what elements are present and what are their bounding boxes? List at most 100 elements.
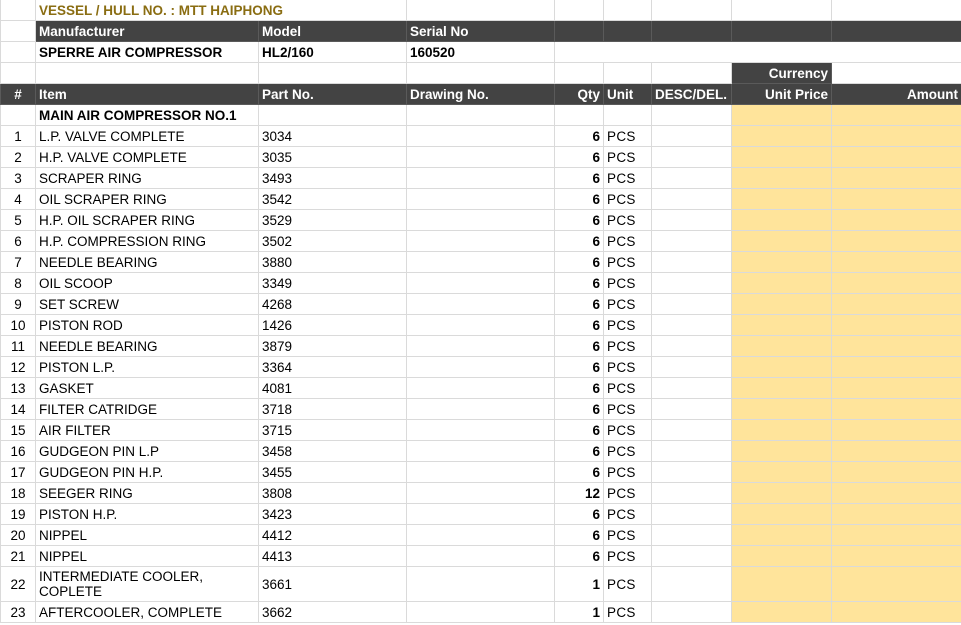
col-header-desc[interactable]: DESC/DEL. [651, 83, 733, 105]
amount-cell[interactable] [831, 167, 961, 189]
unit-cell[interactable]: PCS [603, 419, 653, 441]
amount-cell[interactable] [831, 461, 961, 483]
drawing-no-cell[interactable] [406, 335, 556, 357]
part-no-cell[interactable]: 3715 [257, 419, 408, 441]
unit-cell[interactable]: PCS [603, 209, 653, 231]
row-number[interactable]: 8 [0, 272, 36, 294]
drawing-no-cell[interactable] [406, 125, 556, 147]
part-no-cell[interactable]: 4412 [257, 524, 408, 546]
desc-cell[interactable] [651, 524, 733, 546]
drawing-no-cell[interactable] [406, 272, 556, 294]
unit-price-cell[interactable] [731, 503, 833, 525]
row-number[interactable]: 9 [0, 293, 36, 315]
row-number[interactable]: 20 [0, 524, 36, 546]
cell[interactable] [406, 0, 556, 21]
drawing-no-cell[interactable] [406, 188, 556, 210]
qty-cell[interactable]: 6 [554, 293, 605, 315]
cell[interactable] [731, 0, 833, 21]
cell[interactable] [831, 20, 961, 42]
item-cell[interactable]: OIL SCOOP [35, 272, 259, 294]
row-number[interactable]: 21 [0, 545, 36, 567]
unit-price-cell[interactable] [731, 251, 833, 273]
desc-cell[interactable] [651, 167, 733, 189]
col-header-num[interactable]: # [0, 83, 36, 105]
part-no-cell[interactable]: 3808 [257, 482, 408, 504]
unit-cell[interactable]: PCS [603, 482, 653, 504]
item-cell[interactable]: NIPPEL [35, 545, 259, 567]
unit-price-cell[interactable] [731, 566, 833, 602]
unit-price-cell[interactable] [731, 209, 833, 231]
unit-cell[interactable]: PCS [603, 230, 653, 252]
row-number[interactable]: 5 [0, 209, 36, 231]
unit-cell[interactable]: PCS [603, 601, 653, 623]
qty-cell[interactable]: 6 [554, 230, 605, 252]
desc-cell[interactable] [651, 272, 733, 294]
amount-cell[interactable] [831, 566, 961, 602]
drawing-no-cell[interactable] [406, 440, 556, 462]
item-cell[interactable]: H.P. OIL SCRAPER RING [35, 209, 259, 231]
cell[interactable] [651, 0, 733, 21]
amount-cell[interactable] [831, 188, 961, 210]
unit-price-cell[interactable] [731, 188, 833, 210]
cell[interactable] [731, 20, 833, 42]
cell[interactable] [35, 62, 259, 84]
cell[interactable] [831, 62, 961, 84]
desc-cell[interactable] [651, 503, 733, 525]
desc-cell[interactable] [651, 461, 733, 483]
row-number[interactable]: 11 [0, 335, 36, 357]
part-no-cell[interactable]: 3718 [257, 398, 408, 420]
qty-cell[interactable]: 6 [554, 167, 605, 189]
part-no-cell[interactable]: 3880 [257, 251, 408, 273]
qty-cell[interactable]: 6 [554, 146, 605, 168]
unit-price-cell[interactable] [731, 440, 833, 462]
unit-cell[interactable]: PCS [603, 335, 653, 357]
qty-cell[interactable]: 6 [554, 419, 605, 441]
amount-cell[interactable] [831, 230, 961, 252]
item-cell[interactable]: NEEDLE BEARING [35, 251, 259, 273]
drawing-no-cell[interactable] [406, 461, 556, 483]
unit-cell[interactable]: PCS [603, 524, 653, 546]
row-number[interactable]: 14 [0, 398, 36, 420]
part-no-cell[interactable]: 3493 [257, 167, 408, 189]
drawing-no-cell[interactable] [406, 601, 556, 623]
qty-cell[interactable]: 6 [554, 314, 605, 336]
unit-price-cell[interactable] [731, 272, 833, 294]
amount-cell[interactable] [831, 419, 961, 441]
row-number[interactable]: 6 [0, 230, 36, 252]
part-no-cell[interactable]: 3455 [257, 461, 408, 483]
row-number[interactable]: 23 [0, 601, 36, 623]
cell[interactable] [0, 41, 36, 63]
row-number[interactable]: 13 [0, 377, 36, 399]
item-cell[interactable]: GUDGEON PIN H.P. [35, 461, 259, 483]
item-cell[interactable]: H.P. VALVE COMPLETE [35, 146, 259, 168]
amount-cell[interactable] [831, 125, 961, 147]
qty-cell[interactable]: 6 [554, 125, 605, 147]
cell[interactable] [831, 0, 961, 21]
unit-price-cell[interactable] [731, 601, 833, 623]
amount-cell[interactable] [831, 251, 961, 273]
row-number[interactable]: 3 [0, 167, 36, 189]
drawing-no-cell[interactable] [406, 503, 556, 525]
drawing-no-cell[interactable] [406, 419, 556, 441]
item-cell[interactable]: FILTER CATRIDGE [35, 398, 259, 420]
desc-cell[interactable] [651, 314, 733, 336]
unit-cell[interactable]: PCS [603, 503, 653, 525]
unit-price-cell[interactable] [731, 335, 833, 357]
part-no-cell[interactable]: 3349 [257, 272, 408, 294]
unit-price-cell[interactable] [731, 419, 833, 441]
drawing-no-cell[interactable] [406, 209, 556, 231]
cell[interactable] [0, 62, 36, 84]
qty-cell[interactable]: 6 [554, 188, 605, 210]
qty-cell[interactable]: 6 [554, 545, 605, 567]
unit-cell[interactable]: PCS [603, 293, 653, 315]
qty-cell[interactable]: 1 [554, 566, 605, 602]
cell[interactable] [0, 0, 36, 21]
unit-cell[interactable]: PCS [603, 545, 653, 567]
cell[interactable] [603, 104, 653, 126]
unit-price-cell[interactable] [731, 482, 833, 504]
unit-cell[interactable]: PCS [603, 188, 653, 210]
qty-cell[interactable]: 6 [554, 335, 605, 357]
item-cell[interactable]: SCRAPER RING [35, 167, 259, 189]
col-header-amount[interactable]: Amount [831, 83, 961, 105]
desc-cell[interactable] [651, 419, 733, 441]
